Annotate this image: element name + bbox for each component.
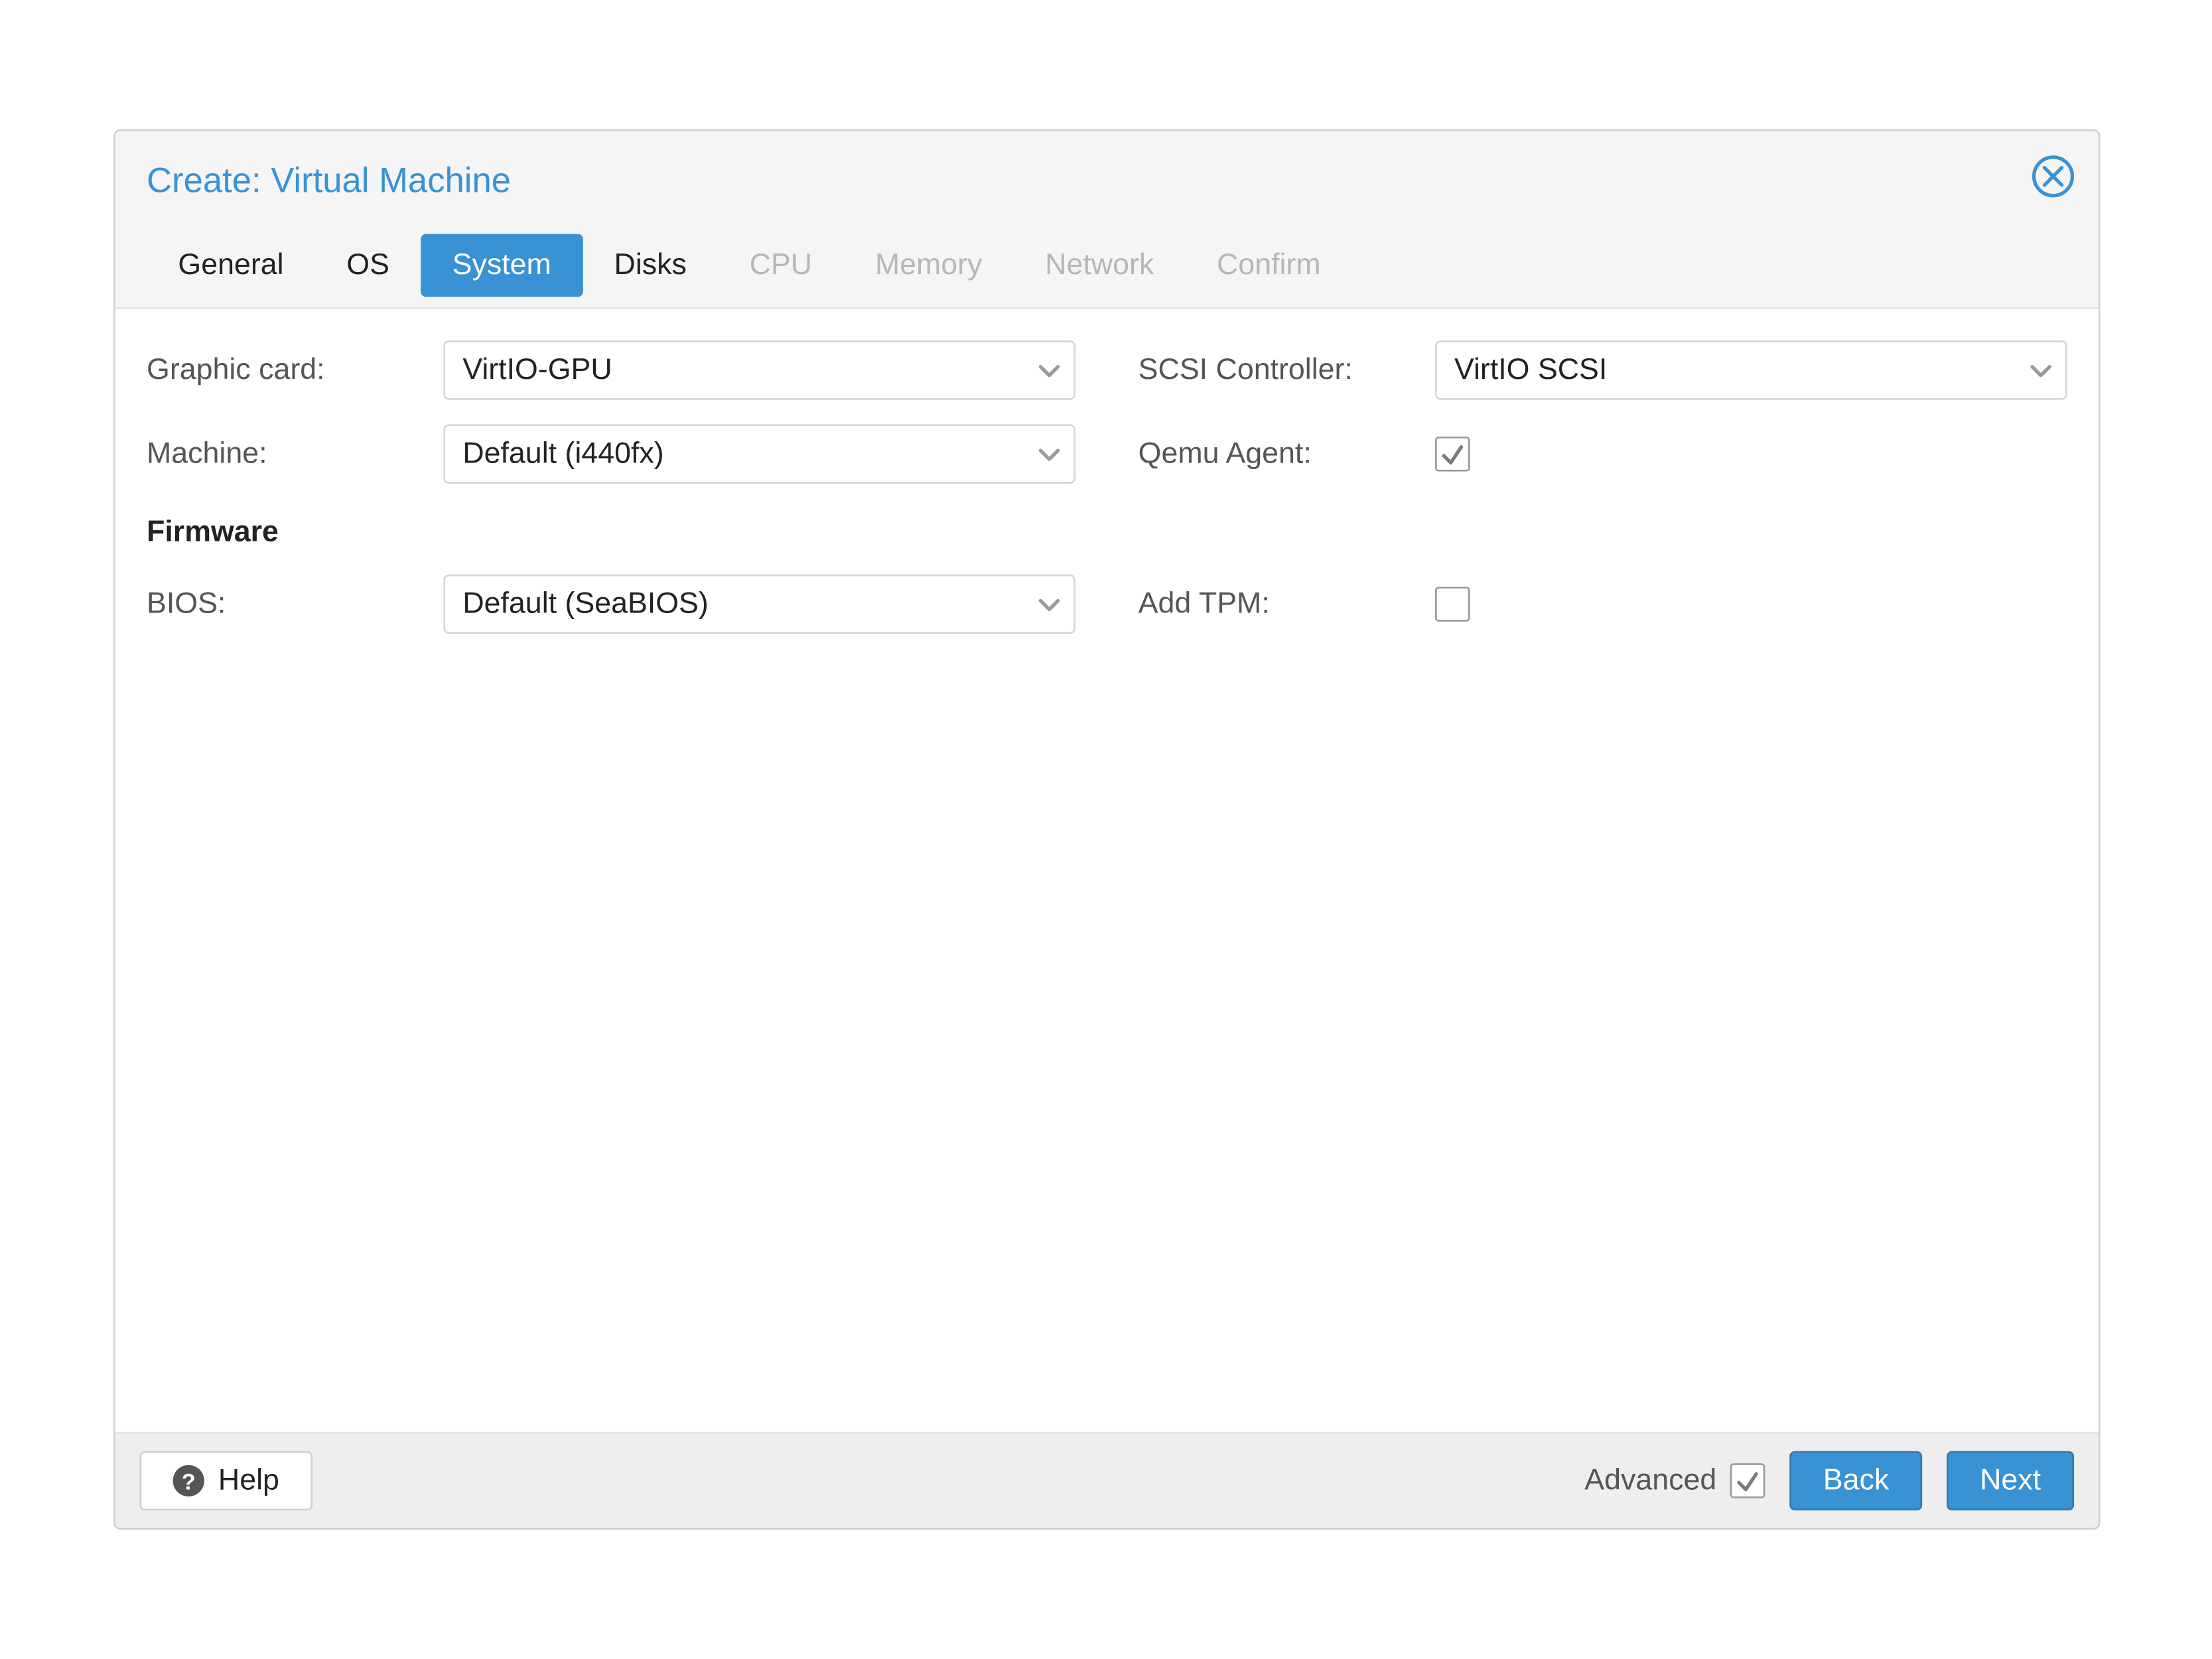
field-add-tpm: Add TPM: [1139,575,2067,634]
field-graphic-card: Graphic card: [147,340,1075,399]
combo-graphic-card[interactable] [443,340,1075,399]
input-bios[interactable] [443,575,1075,634]
help-label: Help [218,1463,279,1498]
close-icon [2043,166,2064,187]
tab-network: Network [1014,234,1186,297]
tab-os[interactable]: OS [315,234,421,297]
combo-scsi-controller[interactable] [1435,340,2067,399]
label-graphic-card: Graphic card: [147,353,426,388]
field-qemu-agent: Qemu Agent: [1139,424,2067,483]
tab-confirm: Confirm [1186,234,1352,297]
field-machine: Machine: [147,424,1075,483]
dialog-body: Graphic card: SCSI Controller: [115,309,2099,1432]
dialog-header: Create: Virtual Machine General OS Syste… [115,131,2099,309]
field-scsi-controller: SCSI Controller: [1139,340,2067,399]
create-vm-dialog: Create: Virtual Machine General OS Syste… [113,129,2101,1530]
next-button[interactable]: Next [1947,1451,2074,1510]
label-bios: BIOS: [147,587,426,622]
system-form: Graphic card: SCSI Controller: [147,340,2067,634]
advanced-label: Advanced [1584,1463,1716,1498]
help-icon: ? [173,1465,204,1496]
tab-general[interactable]: General [147,234,315,297]
checkbox-advanced[interactable] [1730,1463,1765,1498]
input-graphic-card[interactable] [443,340,1075,399]
label-machine: Machine: [147,437,426,472]
checkbox-qemu-agent[interactable] [1435,437,1470,472]
dialog-title: Create: Virtual Machine [147,163,2067,203]
label-qemu-agent: Qemu Agent: [1139,437,1418,472]
back-button[interactable]: Back [1790,1451,1922,1510]
checkbox-add-tpm[interactable] [1435,587,1470,622]
next-label: Next [1980,1463,2041,1498]
help-button[interactable]: ? Help [140,1451,312,1510]
tab-system[interactable]: System [421,234,583,297]
dialog-footer: ? Help Advanced Back Next [115,1432,2099,1528]
combo-machine[interactable] [443,424,1075,483]
tab-cpu: CPU [718,234,843,297]
section-heading-firmware: Firmware [147,508,279,550]
tab-memory: Memory [844,234,1014,297]
input-machine[interactable] [443,424,1075,483]
input-scsi-controller[interactable] [1435,340,2067,399]
combo-bios[interactable] [443,575,1075,634]
label-add-tpm: Add TPM: [1139,587,1418,622]
field-bios: BIOS: [147,575,1075,634]
wizard-tabs: General OS System Disks CPU Memory Netwo… [147,234,2067,308]
advanced-toggle[interactable]: Advanced [1584,1463,1765,1498]
tab-disks[interactable]: Disks [583,234,718,297]
back-label: Back [1823,1463,1889,1498]
label-scsi-controller: SCSI Controller: [1139,353,1418,388]
field-firmware-heading: Firmware [147,508,2067,550]
close-button[interactable] [2032,155,2074,197]
